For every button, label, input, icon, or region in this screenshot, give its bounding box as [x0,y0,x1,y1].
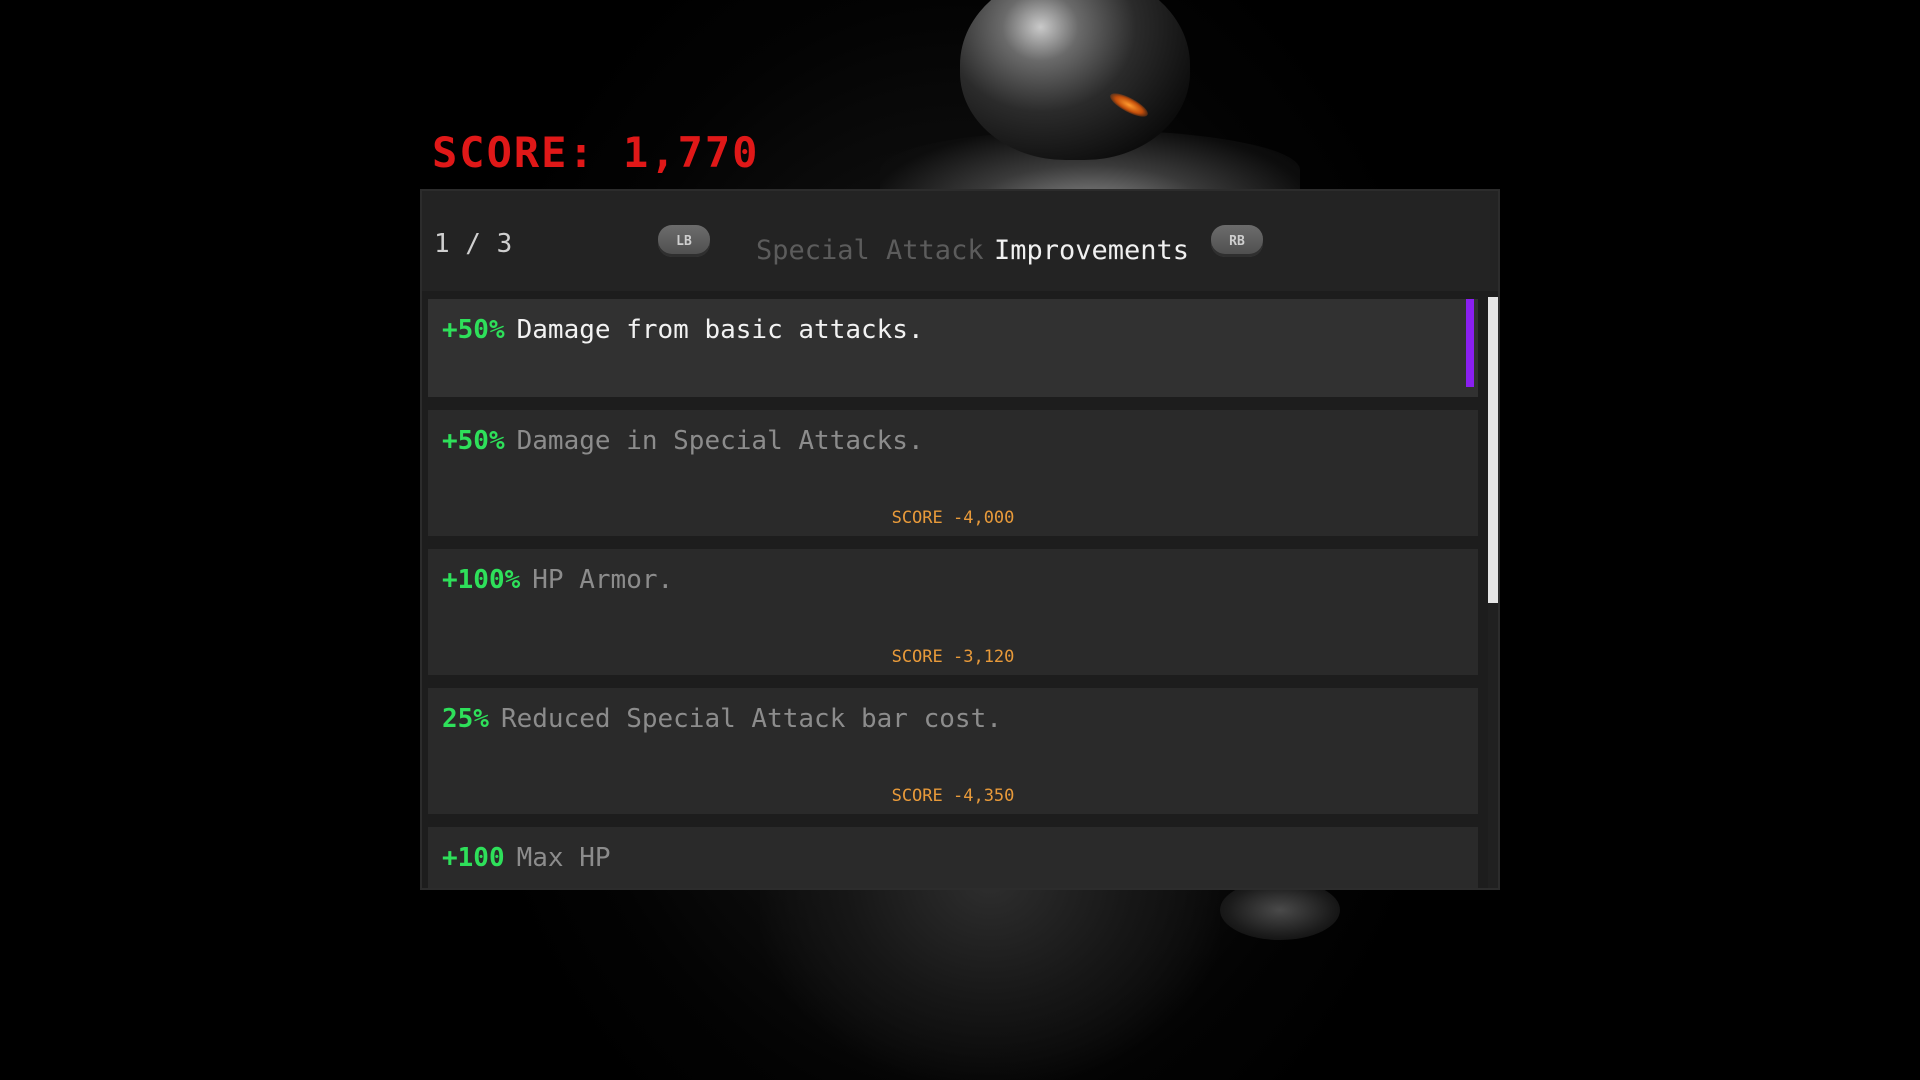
lb-button-icon[interactable]: LB [658,225,710,257]
upgrade-cost: SCORE -3,120 [891,647,1015,667]
scrollbar-thumb[interactable] [1488,297,1498,603]
upgrade-cost: SCORE -4,000 [891,508,1015,528]
tab-improvements[interactable]: Improvements [994,235,1189,266]
upgrade-item-special-bar-cost[interactable]: 25% Reduced Special Attack bar cost. SCOR… [428,688,1478,814]
upgrade-description: Max HP [516,843,611,873]
page-indicator: 1 / 3 [434,229,513,259]
upgrade-bonus: +100% [442,565,521,595]
upgrade-line: +100 Max HP [442,843,611,873]
rb-button-icon[interactable]: RB [1211,225,1263,257]
upgrade-description: Reduced Special Attack bar cost. [500,704,1002,734]
upgrade-item-special-damage[interactable]: +50% Damage in Special Attacks. SCORE -4,… [428,410,1478,536]
upgrade-shop-panel: 1 / 3 LB Special Attack Improvements RB … [420,189,1500,890]
background-character-head [960,0,1190,160]
upgrade-cost: SCORE -4,350 [891,786,1015,806]
tab-special-attack[interactable]: Special Attack [756,235,984,266]
upgrade-line: +50% Damage in Special Attacks. [442,426,924,456]
upgrade-item-max-hp[interactable]: +100 Max HP [428,827,1478,888]
upgrade-line: 25% Reduced Special Attack bar cost. [442,704,1002,734]
upgrade-item-hp-armor[interactable]: +100% HP Armor. SCORE -3,120 [428,549,1478,675]
upgrade-line: +50% Damage from basic attacks. [442,315,924,345]
scrollbar-track[interactable] [1488,603,1498,888]
upgrade-bonus: +100 [442,843,505,873]
background-character-legs [760,880,1220,1080]
score-display: SCORE: 1,770 [432,128,760,177]
upgrade-bonus: 25% [442,704,489,734]
upgrade-bonus: +50% [442,426,505,456]
upgrade-bonus: +50% [442,315,505,345]
panel-header: 1 / 3 LB Special Attack Improvements RB [422,191,1498,291]
upgrade-item-basic-damage[interactable]: +50% Damage from basic attacks. [428,299,1478,397]
selection-indicator [1466,299,1474,387]
upgrade-description: Damage in Special Attacks. [516,426,924,456]
upgrade-line: +100% HP Armor. [442,565,673,595]
upgrade-description: Damage from basic attacks. [516,315,924,345]
upgrade-description: HP Armor. [532,565,674,595]
background-character-eye [1107,88,1151,122]
